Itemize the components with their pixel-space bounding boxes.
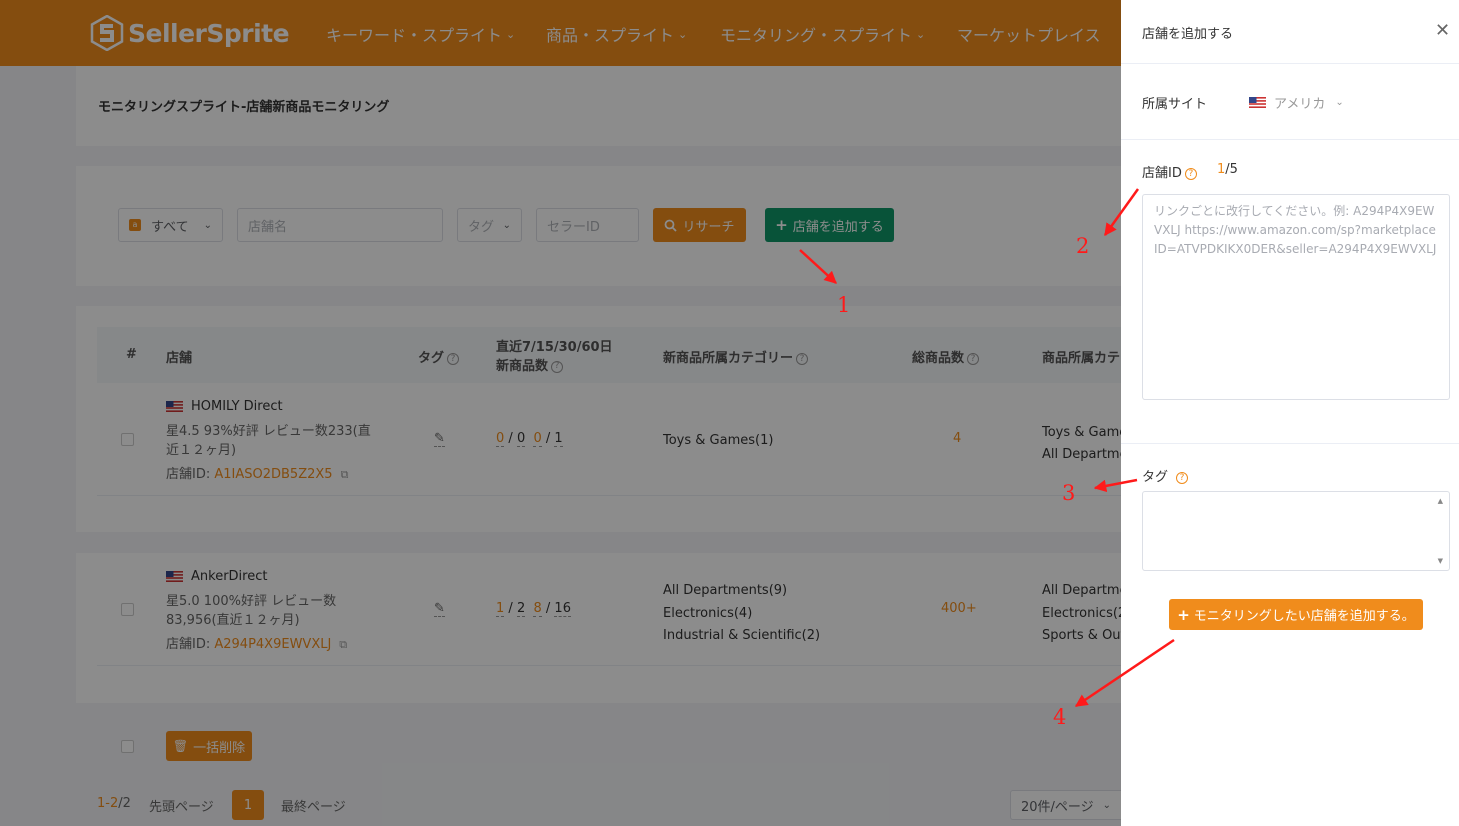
divider [1121,443,1459,444]
modal-overlay[interactable] [0,0,1121,826]
site-value: アメリカ [1274,97,1326,112]
annotation-label-1: 1 [837,293,851,317]
tag-input[interactable]: ▲ ▼ [1142,491,1450,571]
add-monitor-store-label: モニタリングしたい店舗を追加する。 [1193,609,1415,624]
add-monitor-store-button[interactable]: + モニタリングしたい店舗を追加する。 [1169,599,1423,630]
tag-label: タグ? [1142,466,1189,485]
plus-icon: + [1177,605,1190,624]
scroll-down-icon[interactable]: ▼ [1438,557,1443,565]
annotation-label-2: 2 [1076,234,1090,258]
tag-label-text: タグ [1142,470,1169,485]
drawer-title: 店舗を追加する [1142,27,1234,42]
divider [1121,63,1459,64]
annotation-label-4: 4 [1053,705,1067,729]
site-label: 所属サイト [1142,97,1208,112]
help-icon[interactable]: ? [1176,471,1189,484]
annotation-label-3: 3 [1062,481,1076,505]
divider [1121,139,1459,140]
store-id-label-text: 店舗ID [1142,166,1182,181]
scroll-up-icon[interactable]: ▲ [1438,497,1443,505]
help-icon[interactable]: ? [1184,167,1197,180]
close-icon[interactable]: ✕ [1435,20,1450,41]
store-id-textarea[interactable]: リンクごとに改行してください。例: A294P4X9EWVXLJ https:/… [1142,194,1450,400]
store-id-label: 店舗ID? [1142,162,1197,181]
store-id-count: 1/5 [1217,162,1238,177]
count-total: /5 [1225,162,1238,177]
chevron-down-icon: ⌄ [1335,97,1344,108]
site-select[interactable]: アメリカ ⌄ [1249,93,1344,112]
add-store-drawer: 店舗を追加する ✕ 所属サイト アメリカ ⌄ 店舗ID? 1/5 リンクごとに改… [1121,0,1459,826]
us-flag-icon [1249,97,1266,108]
